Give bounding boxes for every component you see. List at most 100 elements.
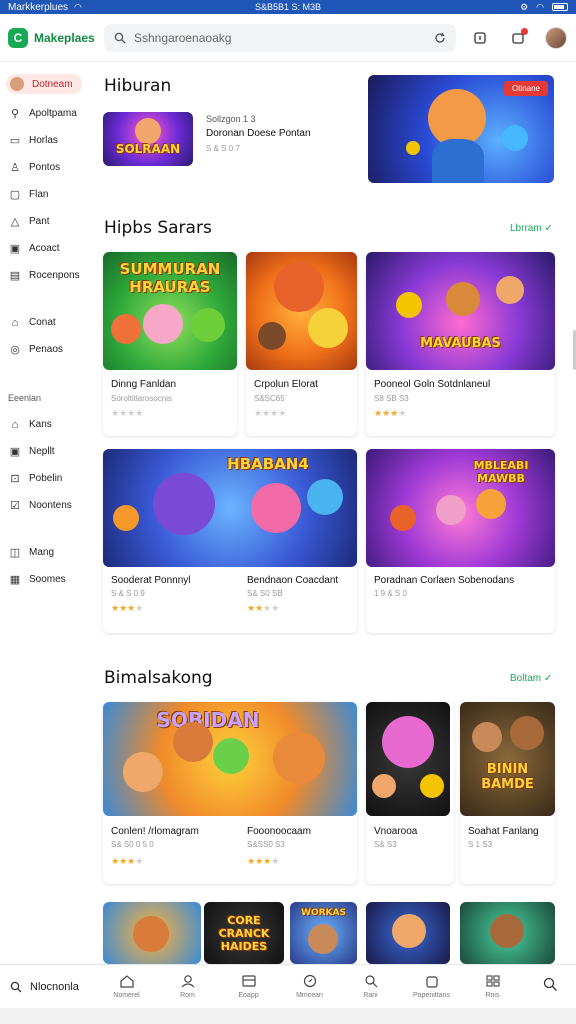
grid-icon: [241, 975, 256, 987]
character-art: [307, 479, 343, 515]
game-thumbnail-text: WORKAS: [301, 908, 346, 918]
user-avatar[interactable]: [544, 26, 568, 50]
refresh-icon[interactable]: [434, 32, 446, 44]
sidebar-item-1[interactable]: ⚲ Apoltpama: [0, 100, 88, 127]
tab-label: Rom: [180, 992, 195, 999]
game-card-rating: ★★★★: [374, 408, 406, 419]
game-thumbnail[interactable]: [460, 902, 555, 964]
sidebar-item-4[interactable]: ▢ Flan: [0, 181, 88, 208]
bottom-bar: Nlocnonla Nomerel Rom Eoapp Mmcean Rani …: [0, 964, 576, 1008]
game-card[interactable]: Vnoarooa S& S3: [366, 702, 454, 884]
game-card-rating-2: ★★★★: [247, 603, 279, 614]
brand[interactable]: C Makeplaes: [8, 27, 100, 48]
sidebar-item-10[interactable]: ⌂ Kans: [0, 411, 88, 438]
sidebar-item-label: Nepllt: [29, 446, 55, 457]
game-card-sub: S& S3: [374, 840, 397, 849]
section1-see-all[interactable]: Lbrram ✓: [510, 223, 553, 234]
sidebar-item-3[interactable]: ♙ Pontos: [0, 154, 88, 181]
sidebar-item-12[interactable]: ⊡ Pobelin: [0, 465, 88, 492]
star-icon: ★: [135, 408, 144, 418]
download-icon[interactable]: [468, 26, 492, 50]
hero-coin: [406, 141, 420, 155]
featured-item-art[interactable]: SOLRAAN: [103, 112, 193, 166]
game-card-sub: S&SC65: [254, 394, 285, 403]
game-card-art-text: SUMMURAN HRAURAS: [119, 260, 221, 296]
game-thumbnail[interactable]: WORKAS: [290, 902, 357, 964]
tab-explore[interactable]: Mmcean: [279, 974, 340, 999]
sidebar-item-label: Pant: [29, 216, 50, 227]
search-input[interactable]: [134, 30, 426, 45]
tab-library[interactable]: Papenittans: [401, 974, 462, 999]
game-card-rating: ★★★★: [111, 408, 143, 419]
game-card[interactable]: Crpolun Elorat S&SC65 ★★★★: [246, 252, 357, 436]
star-icon: ★: [247, 603, 256, 613]
tab-search[interactable]: Rani: [340, 974, 401, 999]
character-art: [274, 262, 324, 312]
game-card[interactable]: HBABAN4 Sooderat Ponnnyl Bendnaon Coacda…: [103, 449, 357, 633]
notifications-icon[interactable]: [506, 26, 530, 50]
star-icon: ★: [135, 856, 144, 866]
game-card[interactable]: BININ BAMDE Soahat Fanlang S 1 S3: [460, 702, 555, 884]
sidebar-item-7[interactable]: ▤ Rocenpons: [0, 262, 88, 289]
game-card-name: Crpolun Elorat: [254, 379, 318, 390]
sidebar-divider: [0, 289, 88, 309]
hero-banner[interactable]: Otinane: [368, 75, 554, 183]
home-icon: ⌂: [11, 418, 19, 431]
star-icon: ★: [119, 603, 128, 613]
star-icon: ★: [254, 408, 263, 418]
character-art: [382, 716, 434, 768]
apps-icon: [485, 975, 500, 987]
sidebar-item-5[interactable]: △ Pant: [0, 208, 88, 235]
game-thumbnail[interactable]: CORE CRANCK HAIDES: [204, 902, 284, 964]
character-art: [251, 483, 301, 533]
game-card[interactable]: MBLEABI MAWBB Poradnan Corlaen Sobenodan…: [366, 449, 555, 633]
tab-apps[interactable]: Eoapp: [218, 974, 279, 999]
sidebar-item-14[interactable]: ◫ Mang: [0, 539, 88, 566]
sidebar-item-label: Kans: [29, 419, 52, 430]
sidebar-item-label: Rocenpons: [29, 270, 80, 281]
clipboard-icon: ▤: [9, 270, 21, 282]
tab-profile[interactable]: Rom: [157, 974, 218, 999]
star-icon: ★: [111, 408, 120, 418]
sidebar-item-11[interactable]: ▣ Nepllt: [0, 438, 88, 465]
game-card-art: MBLEABI MAWBB: [366, 449, 555, 567]
game-card-rating: ★★★★: [254, 408, 286, 419]
game-card-name-2: Bendnaon Coacdant: [247, 575, 339, 586]
sidebar-item-9[interactable]: ◎ Penaos: [0, 336, 88, 363]
star-icon: ★: [374, 408, 383, 418]
tab-menu[interactable]: Rnis: [462, 974, 523, 999]
sidebar-item-15[interactable]: ▦ Soomes: [0, 566, 88, 593]
star-icon: ★: [135, 603, 144, 613]
search-bar[interactable]: [104, 23, 456, 52]
featured-item-name[interactable]: Doronan Doese Pontan: [206, 128, 311, 139]
game-card-name: Conlen! /rlomagram: [111, 826, 199, 837]
character-art: [372, 774, 396, 798]
character-art: [476, 489, 506, 519]
section2-see-all[interactable]: Boltam ✓: [510, 673, 552, 684]
sidebar-item-6[interactable]: ▣ Acoact: [0, 235, 88, 262]
game-card-sub: 1 9 & S 0: [374, 589, 407, 598]
sidebar-item-2[interactable]: ▭ Horlas: [0, 127, 88, 154]
sidebar-item-13[interactable]: ☑ Noontens: [0, 492, 88, 519]
hero-character-body: [432, 139, 484, 183]
game-thumbnail[interactable]: [103, 902, 201, 964]
game-card[interactable]: MAVAUBAS Pooneol Goln Sotdnlaneul S8 SB …: [366, 252, 555, 436]
profile-menu[interactable]: Nlocnonla: [0, 981, 96, 993]
tab-home[interactable]: Nomerel: [96, 974, 157, 999]
box-icon: ◫: [9, 547, 21, 559]
battery-icon: [552, 3, 568, 11]
game-card[interactable]: SUMMURAN HRAURAS Dinng Fanldan Soroltitl…: [103, 252, 237, 436]
bottom-search-button[interactable]: [542, 976, 558, 997]
featured-item-title: Sollzgon 1 3: [206, 114, 256, 124]
game-card-art: SUMMURAN HRAURAS: [103, 252, 237, 370]
check-box-icon: ☑: [10, 500, 20, 512]
gamepad-icon: ▣: [9, 243, 21, 255]
game-thumbnail[interactable]: [366, 902, 450, 964]
sidebar-item-label: Penaos: [29, 344, 63, 355]
game-card-name: Soahat Fanlang: [468, 826, 539, 837]
sidebar-item-8[interactable]: ⌂ Conat: [0, 309, 88, 336]
sidebar-item-active[interactable]: Dotneam: [6, 74, 82, 94]
game-card[interactable]: SOBIDAN Conlen! /rlomagram Fooonoocaam S…: [103, 702, 357, 884]
document-icon: ▭: [9, 135, 21, 147]
search-icon: [114, 32, 126, 43]
